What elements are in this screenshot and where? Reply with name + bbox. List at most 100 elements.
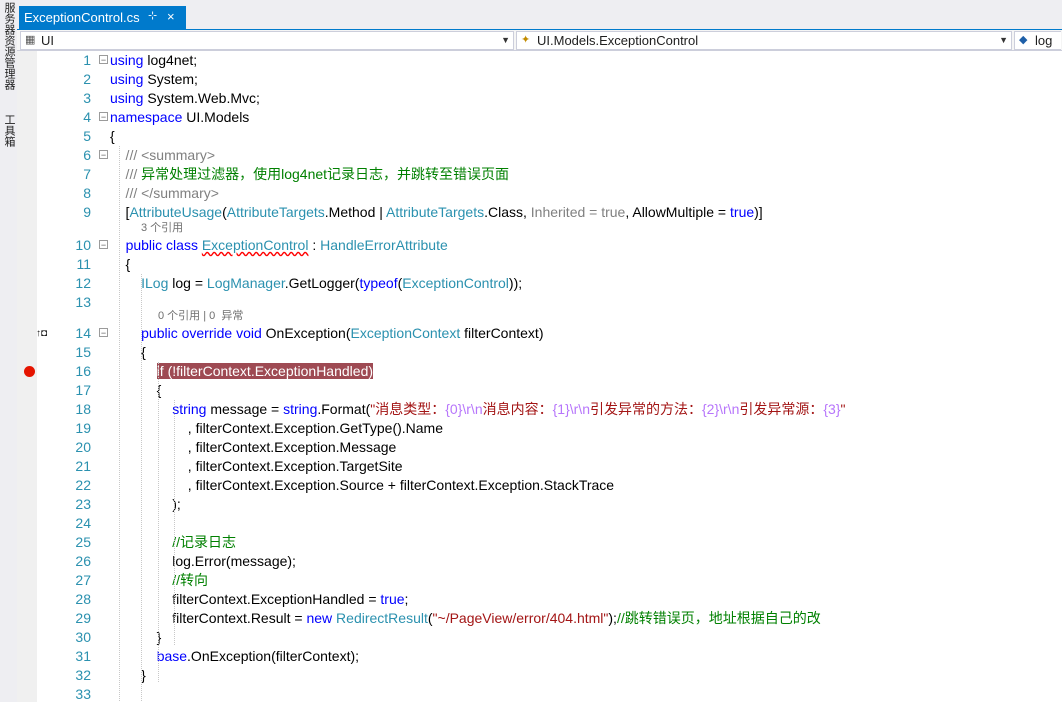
code-token: \r\n xyxy=(462,401,483,417)
code-token: "消息类型： xyxy=(370,401,446,417)
collapse-icon[interactable]: − xyxy=(99,112,108,122)
codelens-method-references[interactable]: 0 个引用 | 0 异常 xyxy=(17,309,1062,324)
code-token: )); xyxy=(508,275,523,291)
code-token: ; xyxy=(404,591,409,607)
code-token: AttributeUsage xyxy=(129,204,223,220)
line-number: 31 xyxy=(75,648,91,664)
code-token: "~/PageView/error/404.html" xyxy=(432,610,609,626)
code-line[interactable]: 31 base.OnException(filterContext); xyxy=(17,647,1062,666)
code-line[interactable]: 4− namespace UI.Models xyxy=(17,108,1062,127)
line-number: 18 xyxy=(75,401,91,417)
code-line[interactable]: 14− public override void OnException(Exc… xyxy=(17,324,1062,343)
code-token: /// xyxy=(110,147,142,163)
field-icon: ◆ xyxy=(1019,34,1028,46)
code-line[interactable]: 6− /// <summary> xyxy=(17,146,1062,165)
project-dropdown[interactable]: ▦ UI ▼ xyxy=(20,31,514,50)
collapse-icon[interactable]: − xyxy=(99,240,108,250)
code-token: /// xyxy=(110,166,142,182)
breakpoint-icon[interactable] xyxy=(24,366,35,377)
line-number: 22 xyxy=(75,477,91,493)
server-explorer-tab[interactable]: 服务器资源管理器 xyxy=(1,2,15,90)
collapse-icon[interactable]: − xyxy=(99,55,108,65)
code-token: /// xyxy=(110,185,142,201)
codelens-class-references[interactable]: 3 个引用 xyxy=(17,221,1062,236)
line-code: using System.Web.Mvc; xyxy=(110,89,260,108)
close-icon[interactable]: × xyxy=(167,9,175,24)
code-line[interactable]: 1− using log4net; xyxy=(17,51,1062,70)
code-token: {3} xyxy=(823,401,841,417)
document-tab-strip: ExceptionControl.cs ⊹ × xyxy=(17,0,1062,31)
code-token: OnException( xyxy=(261,325,351,341)
line-code: } xyxy=(110,628,162,647)
code-token: override xyxy=(181,325,233,341)
code-line[interactable]: 32 } xyxy=(17,666,1062,685)
code-line[interactable]: 15 { xyxy=(17,343,1062,362)
code-token: using xyxy=(110,52,144,68)
code-line[interactable]: 16 if (!filterContext.ExceptionHandled) xyxy=(17,362,1062,381)
code-token: //转向 xyxy=(172,572,209,588)
code-line[interactable]: 8 /// </summary> xyxy=(17,184,1062,203)
code-line[interactable]: 11 { xyxy=(17,255,1062,274)
chevron-down-icon: ▼ xyxy=(999,35,1008,45)
codelens-text: 3 个引用 xyxy=(141,222,184,234)
code-token: )] xyxy=(754,204,763,220)
code-line[interactable]: 17 { xyxy=(17,381,1062,400)
code-token: 引发异常源： xyxy=(739,401,824,417)
code-token: System; xyxy=(143,71,198,87)
code-token: true xyxy=(730,204,755,220)
code-token: .OnException(filterContext); xyxy=(187,648,360,664)
code-token: 消息内容： xyxy=(482,401,553,417)
member-dropdown[interactable]: ◆ log xyxy=(1014,31,1061,50)
code-line[interactable]: 10− public class ExceptionControl : Hand… xyxy=(17,236,1062,255)
line-code: log.Error(message); xyxy=(110,552,296,571)
collapse-icon[interactable]: − xyxy=(99,150,108,160)
code-line[interactable]: 7 /// 异常处理过滤器，使用log4net记录日志，并跳转至错误页面 xyxy=(17,165,1062,184)
line-code: //转向 xyxy=(110,571,208,590)
line-number: 32 xyxy=(75,667,91,683)
line-code: filterContext.ExceptionHandled = true; xyxy=(110,590,408,609)
code-token: //记录日志 xyxy=(172,534,237,550)
line-number: 33 xyxy=(75,686,91,702)
code-line[interactable]: 12 ILog log = LogManager.GetLogger(typeo… xyxy=(17,274,1062,293)
type-dropdown[interactable]: ✦ UI.Models.ExceptionControl ▼ xyxy=(516,31,1012,50)
code-token: filterContext.ExceptionHandled = xyxy=(110,591,381,607)
code-token: true xyxy=(380,591,405,607)
code-token: { xyxy=(110,382,162,398)
code-token: { xyxy=(110,128,115,144)
pin-icon[interactable]: ⊹ xyxy=(148,9,157,22)
code-line[interactable]: 9 [AttributeUsage(AttributeTargets.Metho… xyxy=(17,203,1062,222)
code-token: {0} xyxy=(445,401,463,417)
toolbox-tab[interactable]: 工具箱 xyxy=(1,114,15,147)
line-number: 29 xyxy=(75,610,91,626)
code-line[interactable]: 33 xyxy=(17,685,1062,704)
code-line[interactable]: 3 using System.Web.Mvc; xyxy=(17,89,1062,108)
override-marker-icon[interactable]: ↑◘ xyxy=(36,324,47,343)
line-code: ); xyxy=(110,495,181,514)
code-editor[interactable]: 1− using log4net; 2 using System; 3 using Sys… xyxy=(17,51,1062,702)
line-number: 10 xyxy=(75,237,91,253)
code-token: .GetLogger( xyxy=(284,275,360,291)
collapse-icon[interactable]: − xyxy=(99,328,108,338)
line-number: 26 xyxy=(75,553,91,569)
line-number: 21 xyxy=(75,458,91,474)
code-token: 引发异常的方法： xyxy=(589,401,702,417)
line-code: , filterContext.Exception.TargetSite xyxy=(110,457,403,476)
code-token: ); xyxy=(110,496,181,512)
code-token: 异常处理过滤器，使用log4net记录日志，并跳转至错误页面 xyxy=(141,166,510,182)
code-token: System.Web.Mvc; xyxy=(143,90,260,106)
line-code: , filterContext.Exception.Source + filte… xyxy=(110,476,614,495)
line-number: 16 xyxy=(75,363,91,379)
tab-title: ExceptionControl.cs xyxy=(24,10,140,25)
code-line[interactable]: 5{ xyxy=(17,127,1062,146)
code-token: : xyxy=(308,237,321,253)
tab-exception-control[interactable]: ExceptionControl.cs ⊹ × xyxy=(19,6,186,29)
code-token: ILog xyxy=(141,275,169,291)
line-code: public class ExceptionControl : HandleEr… xyxy=(110,236,448,255)
line-code: { xyxy=(110,381,162,400)
code-token: </summary> xyxy=(141,185,219,201)
code-line[interactable]: 2 using System; xyxy=(17,70,1062,89)
line-code: using log4net; xyxy=(110,51,197,70)
code-token: using xyxy=(110,90,144,106)
code-token: using xyxy=(110,71,144,87)
